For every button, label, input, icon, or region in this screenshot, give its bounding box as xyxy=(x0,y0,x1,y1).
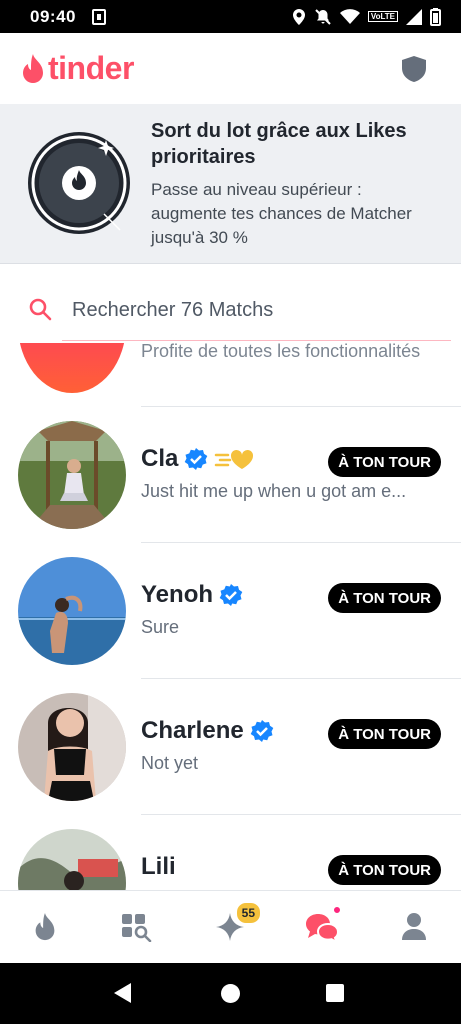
gold-promo-row[interactable]: Profite de toutes les fonctionnalités xyxy=(0,343,461,406)
name-line: Yenoh xyxy=(141,581,243,609)
unread-dot xyxy=(332,905,342,915)
match-search[interactable]: Rechercher 76 Matchs xyxy=(0,265,461,343)
download-icon xyxy=(91,8,106,25)
match-name: Cla xyxy=(141,445,179,472)
super-like-heart-icon xyxy=(215,449,254,469)
search-icon xyxy=(29,298,52,321)
avatar[interactable] xyxy=(18,829,126,890)
search-input[interactable]: Rechercher 76 Matchs xyxy=(72,299,273,322)
safety-shield-icon[interactable] xyxy=(401,55,427,83)
recents-icon[interactable] xyxy=(326,984,344,1002)
wifi-icon xyxy=(339,8,360,24)
location-icon xyxy=(292,8,305,25)
signal-icon xyxy=(406,8,422,25)
status-bar: 09:40 VoLTE xyxy=(0,0,461,33)
mute-icon xyxy=(315,8,331,25)
name-line: Charlene xyxy=(141,717,274,745)
search-underline xyxy=(62,340,451,341)
your-turn-badge: À TON TOUR xyxy=(328,583,441,613)
last-message: Not yet xyxy=(141,753,199,773)
verified-badge-icon xyxy=(219,584,243,606)
priority-likes-banner[interactable]: Sort du lot grâce aux Likes prioritaires… xyxy=(0,104,461,264)
last-message: Just hit me up when u got am e... xyxy=(141,481,407,501)
priority-likes-badge-icon xyxy=(28,132,130,234)
nav-chat[interactable] xyxy=(304,905,342,945)
conversation-list[interactable]: Profite de toutes les fonctionnalités Cl… xyxy=(0,343,461,890)
name-line: Cla xyxy=(141,445,256,473)
nav-flame[interactable] xyxy=(27,909,63,945)
conversation-row-charlene[interactable]: Charlene Not yet À TON TOUR xyxy=(0,679,461,815)
likes-count-badge: 55 xyxy=(234,901,262,925)
profile-icon xyxy=(402,913,426,940)
bottom-nav: 55 xyxy=(0,890,461,963)
name-line: Lili xyxy=(141,853,176,881)
home-icon[interactable] xyxy=(221,984,240,1003)
nav-explore[interactable] xyxy=(118,909,154,945)
battery-icon xyxy=(430,7,441,26)
flame-logo-icon xyxy=(23,53,43,83)
your-turn-badge: À TON TOUR xyxy=(328,719,441,749)
conversation-row-cla[interactable]: Cla Just hit me up when u got am e... À … xyxy=(0,407,461,543)
promo-row-text: Profite de toutes les fonctionnalités xyxy=(141,343,421,361)
avatar[interactable] xyxy=(18,557,126,665)
your-turn-badge: À TON TOUR xyxy=(328,447,441,477)
match-name: Yenoh xyxy=(141,581,214,608)
status-time: 09:40 xyxy=(30,6,76,26)
app-header: tinder xyxy=(0,33,461,104)
match-name: Charlene xyxy=(141,717,244,744)
verified-badge-icon xyxy=(250,720,274,742)
flame-icon xyxy=(35,912,55,941)
promo-title: Sort du lot grâce aux Likes prioritaires xyxy=(151,120,407,168)
avatar[interactable] xyxy=(18,421,126,529)
status-icons: VoLTE xyxy=(292,7,441,26)
gradient-avatar xyxy=(18,343,126,393)
promo-subtitle: Passe au niveau supérieur : augmente tes… xyxy=(151,180,412,247)
last-message: Sure xyxy=(141,617,180,637)
chat-bubbles-icon xyxy=(306,914,340,942)
volte-badge: VoLTE xyxy=(367,11,398,22)
nav-likes[interactable]: 55 xyxy=(212,901,262,945)
your-turn-badge: À TON TOUR xyxy=(328,855,441,885)
conversation-row-yenoh[interactable]: Yenoh Sure À TON TOUR xyxy=(0,543,461,679)
match-name: Lili xyxy=(141,853,176,880)
tinder-logo[interactable]: tinder xyxy=(20,50,134,87)
avatar[interactable] xyxy=(18,693,126,801)
system-nav-bar xyxy=(0,963,461,1024)
conversation-row-lili[interactable]: Lili À TON TOUR xyxy=(0,815,461,890)
nav-profile[interactable] xyxy=(396,909,432,945)
back-icon[interactable] xyxy=(114,983,131,1003)
explore-grid-icon xyxy=(122,914,152,942)
verified-badge-icon xyxy=(185,448,208,470)
logo-text: tinder xyxy=(48,50,134,86)
